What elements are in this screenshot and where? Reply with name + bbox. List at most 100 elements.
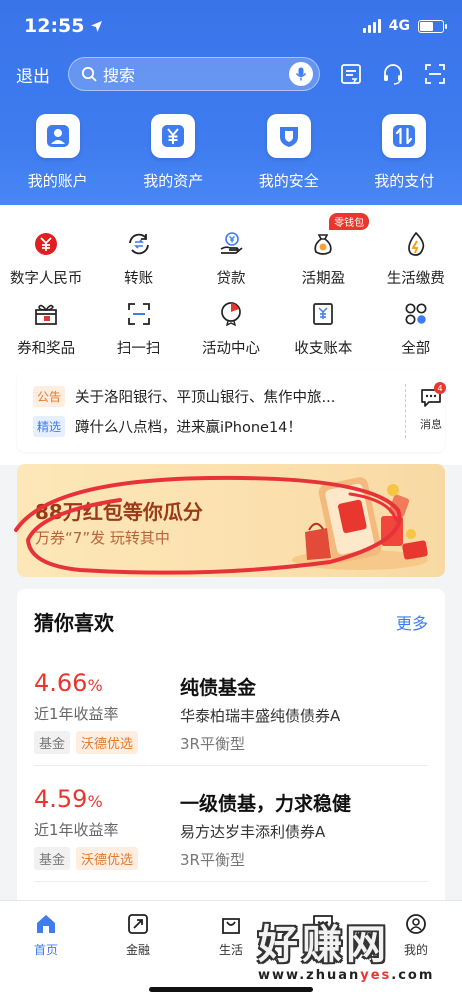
service-scan[interactable]: 扫一扫 bbox=[92, 299, 184, 358]
yield-unit: % bbox=[87, 792, 103, 811]
service-huoqiying[interactable]: 零钱包 活期盈 bbox=[277, 213, 370, 288]
service-transfer[interactable]: 转账 bbox=[92, 229, 184, 288]
product-name: 纯债基金 bbox=[180, 677, 257, 699]
tab-label: 我的 bbox=[403, 943, 428, 957]
service-coupons[interactable]: 券和奖品 bbox=[0, 299, 92, 358]
location-arrow-icon bbox=[91, 20, 103, 32]
message-count-badge: 4 bbox=[434, 382, 446, 394]
signal-icon bbox=[362, 19, 381, 33]
shield-icon bbox=[266, 114, 311, 158]
featured-tag: 精选 bbox=[33, 416, 66, 437]
service-loan[interactable]: 贷款 bbox=[185, 229, 277, 288]
service-label: 转账 bbox=[124, 271, 154, 287]
mic-button[interactable] bbox=[289, 62, 313, 86]
messages-button[interactable]: 4 消息 bbox=[416, 382, 446, 432]
divider bbox=[34, 765, 428, 766]
service-ledger[interactable]: 收支账本 bbox=[277, 299, 369, 358]
divider bbox=[34, 881, 428, 882]
yield-label: 近1年收益率 bbox=[34, 821, 119, 839]
product-tag: 基金 bbox=[34, 731, 71, 754]
my-account-button[interactable]: 我的账户 bbox=[0, 114, 116, 191]
tab-label: 首页 bbox=[33, 943, 58, 957]
tab-community[interactable]: 社区 bbox=[277, 913, 369, 958]
flame-icon bbox=[401, 229, 431, 259]
notice-text: 关于洛阳银行、平顶山银行、焦作中旅... bbox=[75, 390, 336, 406]
top-icons bbox=[340, 63, 446, 85]
divider bbox=[405, 384, 406, 438]
yield-value: 4.59 bbox=[34, 785, 88, 813]
my-assets-label: 我的资产 bbox=[143, 172, 204, 190]
product-risk: 3R平衡型 bbox=[180, 735, 245, 753]
finance-icon bbox=[128, 914, 148, 934]
transfer-icon bbox=[124, 229, 154, 259]
service-label: 收支账本 bbox=[294, 341, 353, 357]
my-security-label: 我的安全 bbox=[258, 172, 319, 190]
yield-unit: % bbox=[87, 676, 103, 695]
my-payment-button[interactable]: 我的支付 bbox=[347, 114, 462, 191]
services-row-1: 数字人民币 转账 贷款 零钱包 活期盈 生活缴费 bbox=[0, 213, 462, 288]
account-shortcuts: 我的账户 我的资产 我的安全 我的支付 bbox=[0, 114, 462, 191]
user-icon bbox=[406, 914, 426, 934]
status-indicators: 4G bbox=[362, 18, 447, 34]
service-all[interactable]: 全部 bbox=[370, 299, 462, 358]
service-label: 数字人民币 bbox=[9, 271, 83, 287]
product-tags: 基金 沃德优选 bbox=[34, 731, 139, 754]
search-row: 退出 搜索 bbox=[16, 56, 448, 92]
product-desc: 华泰柏瑞丰盛纯债债券A bbox=[180, 707, 341, 725]
service-bill-payment[interactable]: 生活缴费 bbox=[370, 229, 462, 288]
product-tag: 基金 bbox=[34, 847, 71, 870]
grid-icon bbox=[401, 299, 431, 329]
money-bag-icon bbox=[308, 229, 338, 259]
ledger-icon bbox=[308, 299, 338, 329]
header: 12:55 4G 退出 搜索 我的账户 我的资产 我的安全 我的支付 bbox=[0, 0, 462, 205]
headset-icon[interactable] bbox=[382, 63, 404, 85]
scan-list-icon[interactable] bbox=[340, 63, 362, 85]
search-input[interactable]: 搜索 bbox=[68, 57, 320, 91]
logout-button[interactable]: 退出 bbox=[16, 62, 68, 87]
bag-icon bbox=[222, 918, 240, 934]
network-label: 4G bbox=[388, 18, 410, 34]
search-icon bbox=[81, 66, 97, 82]
search-placeholder: 搜索 bbox=[103, 66, 136, 85]
my-security-button[interactable]: 我的安全 bbox=[231, 114, 347, 191]
tab-life[interactable]: 生活 bbox=[185, 913, 277, 958]
notice-line-2[interactable]: 精选 蹲什么八点档，进来赢iPhone14！ bbox=[33, 416, 302, 437]
notice-line-1[interactable]: 公告 关于洛阳银行、平顶山银行、焦作中旅... bbox=[33, 386, 335, 407]
service-badge: 零钱包 bbox=[329, 213, 370, 230]
service-label: 贷款 bbox=[216, 271, 246, 287]
tab-finance[interactable]: 金融 bbox=[92, 913, 184, 958]
tab-label: 社区 bbox=[310, 943, 335, 957]
recommendations: 猜你喜欢 更多 4.66% 近1年收益率 基金 沃德优选 纯债基金 华泰柏瑞丰盛… bbox=[17, 589, 445, 909]
my-assets-button[interactable]: 我的资产 bbox=[116, 114, 232, 191]
services-row-2: 券和奖品 扫一扫 活动中心 收支账本 全部 bbox=[0, 299, 462, 358]
service-digital-rmb[interactable]: 数字人民币 bbox=[0, 229, 92, 288]
section-title: 猜你喜欢 bbox=[34, 611, 114, 635]
product-tags: 基金 沃德优选 bbox=[34, 847, 139, 870]
tab-home[interactable]: 首页 bbox=[0, 913, 92, 958]
product-tag: 沃德优选 bbox=[76, 847, 139, 870]
transfer-arrows-icon bbox=[382, 114, 427, 158]
gift-icon bbox=[31, 299, 61, 329]
home-indicator[interactable] bbox=[149, 987, 313, 992]
tab-mine[interactable]: 我的 bbox=[370, 913, 462, 958]
battery-icon bbox=[418, 19, 447, 33]
service-label: 券和奖品 bbox=[17, 341, 76, 357]
yield-rate: 4.66% bbox=[34, 669, 103, 697]
status-time: 12:55 bbox=[24, 15, 85, 37]
activity-icon bbox=[216, 299, 246, 329]
service-activity-center[interactable]: 活动中心 bbox=[185, 299, 277, 358]
notice-tag: 公告 bbox=[33, 386, 66, 407]
service-label: 扫一扫 bbox=[116, 341, 161, 357]
product-tag: 沃德优选 bbox=[76, 731, 139, 754]
scan-icon[interactable] bbox=[424, 63, 446, 85]
notice-card[interactable]: 公告 关于洛阳银行、平顶山银行、焦作中旅... 精选 蹲什么八点档，进来赢iPh… bbox=[17, 370, 446, 452]
digital-rmb-icon bbox=[31, 229, 61, 259]
message-icon-wrap: 4 bbox=[420, 382, 446, 412]
product-name: 一级债基，力求稳健 bbox=[180, 793, 352, 815]
service-label: 活动中心 bbox=[201, 341, 260, 357]
home-icon bbox=[37, 915, 55, 933]
service-label: 全部 bbox=[401, 341, 431, 357]
my-account-label: 我的账户 bbox=[27, 172, 88, 190]
hand-drawn-circle bbox=[14, 475, 402, 575]
more-link[interactable]: 更多 bbox=[396, 610, 428, 634]
